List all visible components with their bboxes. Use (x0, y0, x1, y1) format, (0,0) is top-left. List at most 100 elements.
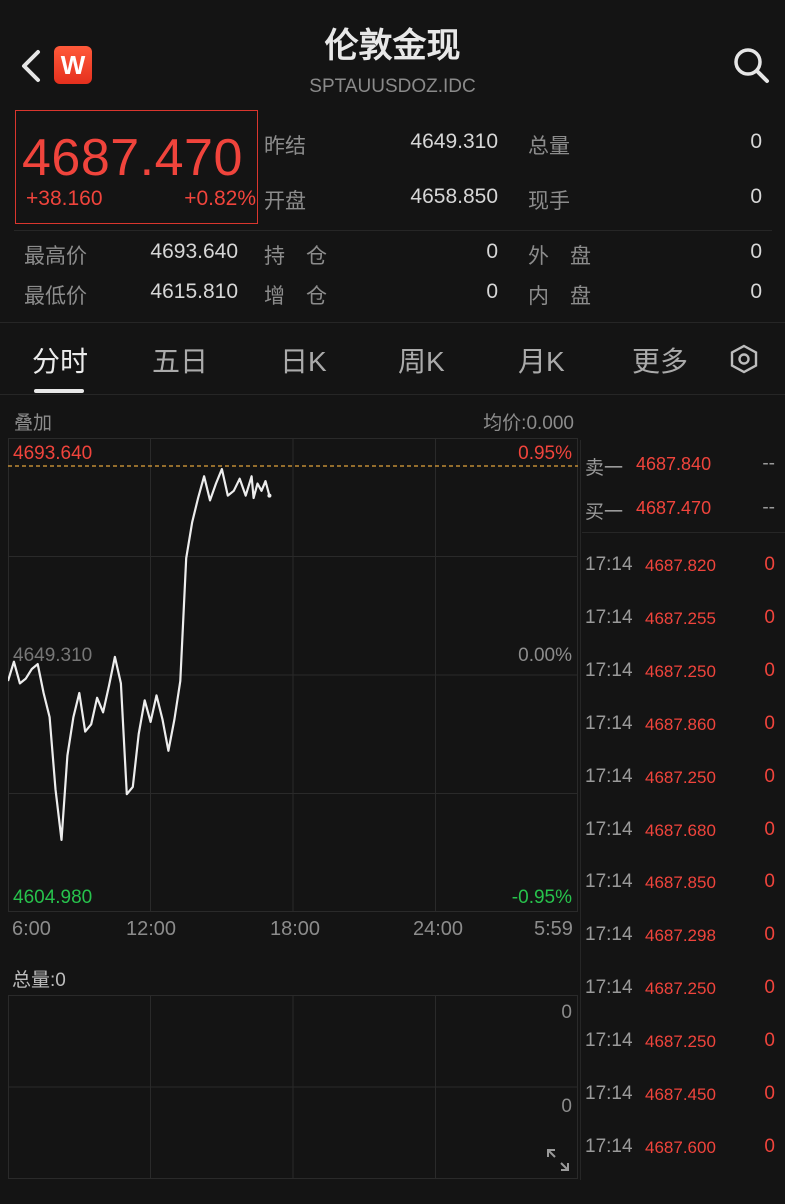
tick-time: 17:14 (585, 977, 633, 998)
tick-price: 4687.860 (645, 715, 716, 734)
tick-qty: 0 (764, 607, 775, 628)
x-axis-tick: 24:00 (413, 918, 464, 940)
last-price: 4687.470 (22, 129, 243, 187)
tick-price: 4687.600 (645, 1138, 716, 1157)
stat-value-low: 4615.810 (150, 280, 238, 303)
stat-label-inner-disk: 内 盘 (528, 285, 591, 308)
stat-value-open-interest: 0 (486, 240, 498, 263)
stat-label-current-hand: 现手 (528, 190, 570, 213)
tick-qty: 0 (764, 766, 775, 787)
x-axis-tick: 6:00 (12, 918, 51, 940)
tick-time: 17:14 (585, 554, 633, 575)
y-axis-low-pct-label: -0.95% (511, 887, 572, 908)
tick-qty: 0 (764, 1136, 775, 1157)
tick-qty: 0 (764, 977, 775, 998)
last-price-point (267, 493, 272, 498)
stat-value-open: 4658.850 (410, 185, 498, 208)
tick-qty: 0 (764, 819, 775, 840)
overlay-button[interactable]: 叠加 (14, 408, 52, 435)
tick-time: 17:14 (585, 713, 633, 734)
price-change-percent: +0.82% (184, 187, 256, 210)
tab-daily-k[interactable]: 日K (280, 340, 327, 380)
tab-five-day[interactable]: 五日 (152, 340, 208, 380)
stat-value-outer-disk: 0 (750, 240, 762, 263)
bid1-label: 买一 (585, 502, 624, 523)
tick-time: 17:14 (585, 660, 633, 681)
tick-time: 17:14 (585, 1083, 633, 1104)
expand-icon (547, 1149, 569, 1171)
x-axis-tick: 18:00 (270, 918, 321, 940)
tick-qty: 0 (764, 924, 775, 945)
tick-qty: 0 (764, 871, 775, 892)
tick-time: 17:14 (585, 766, 633, 787)
page-title: 伦敦金现 (324, 27, 461, 65)
panel-divider (580, 440, 581, 1180)
tick-qty: 0 (764, 554, 775, 575)
tick-time: 17:14 (585, 871, 633, 892)
volume-axis-mid: 0 (561, 1096, 572, 1117)
tick-qty: 0 (764, 713, 775, 734)
y-axis-high-pct-label: 0.95% (518, 443, 572, 464)
tick-price: 4687.255 (645, 609, 716, 628)
x-axis-tick: 5:59 (534, 918, 573, 940)
tick-price: 4687.298 (645, 926, 716, 945)
symbol-code: SPTAUUSDOZ.IDC (309, 76, 476, 97)
y-axis-high-label: 4693.640 (13, 443, 93, 464)
intraday-price-chart[interactable] (8, 438, 578, 912)
tick-qty: 0 (764, 660, 775, 681)
tick-qty: 0 (764, 1030, 775, 1051)
ask1-label: 卖一 (585, 458, 624, 479)
ask1-qty: -- (762, 453, 775, 474)
stat-value-total-volume: 0 (750, 130, 762, 153)
settings-icon (730, 344, 758, 374)
divider (0, 322, 785, 323)
tick-time: 17:14 (585, 1136, 633, 1157)
stat-label-total-volume: 总量 (528, 135, 570, 158)
divider (14, 230, 772, 231)
y-axis-mid-pct-label: 0.00% (518, 645, 572, 666)
stat-label-open: 开盘 (264, 190, 306, 213)
tab-monthly-k[interactable]: 月K (518, 340, 565, 380)
stat-value-current-hand: 0 (750, 185, 762, 208)
price-change: +38.160 (26, 187, 103, 210)
ask1-price: 4687.840 (636, 454, 712, 474)
fullscreen-button[interactable] (544, 1146, 572, 1174)
tick-time: 17:14 (585, 607, 633, 628)
tick-time: 17:14 (585, 819, 633, 840)
divider (582, 532, 785, 533)
tick-price: 4687.850 (645, 873, 716, 892)
stat-label-oi-change: 增 仓 (264, 285, 327, 308)
stat-value-prev-settle: 4649.310 (410, 130, 498, 153)
tick-time: 17:14 (585, 924, 633, 945)
stat-value-inner-disk: 0 (750, 280, 762, 303)
settings-button[interactable] (728, 343, 760, 375)
tab-intraday[interactable]: 分时 (32, 340, 88, 380)
y-axis-low-label: 4604.980 (13, 887, 93, 908)
divider (0, 394, 785, 395)
tick-price: 4687.680 (645, 821, 716, 840)
average-price: 均价:0.000 (483, 413, 574, 434)
stat-label-high: 最高价 (24, 245, 87, 268)
bid1-price: 4687.470 (636, 498, 712, 518)
stat-label-prev-settle: 昨结 (264, 135, 306, 158)
volume-chart[interactable] (8, 995, 578, 1179)
stat-label-open-interest: 持 仓 (264, 245, 327, 268)
search-button[interactable] (730, 44, 772, 86)
search-icon (734, 48, 769, 83)
tick-qty: 0 (764, 1083, 775, 1104)
tab-weekly-k[interactable]: 周K (398, 340, 445, 380)
stat-label-low: 最低价 (24, 285, 87, 308)
tick-price: 4687.250 (645, 768, 716, 787)
volume-axis-top: 0 (561, 1002, 572, 1023)
tick-price: 4687.250 (645, 662, 716, 681)
tick-price: 4687.820 (645, 556, 716, 575)
stat-label-outer-disk: 外 盘 (528, 245, 591, 268)
tab-more[interactable]: 更多 (632, 340, 688, 380)
stat-value-oi-change: 0 (486, 280, 498, 303)
stat-value-high: 4693.640 (150, 240, 238, 263)
tick-price: 4687.450 (645, 1085, 716, 1104)
active-tab-indicator (34, 389, 84, 393)
volume-label: 总量:0 (12, 970, 66, 991)
tick-time: 17:14 (585, 1030, 633, 1051)
x-axis-tick: 12:00 (126, 918, 177, 940)
